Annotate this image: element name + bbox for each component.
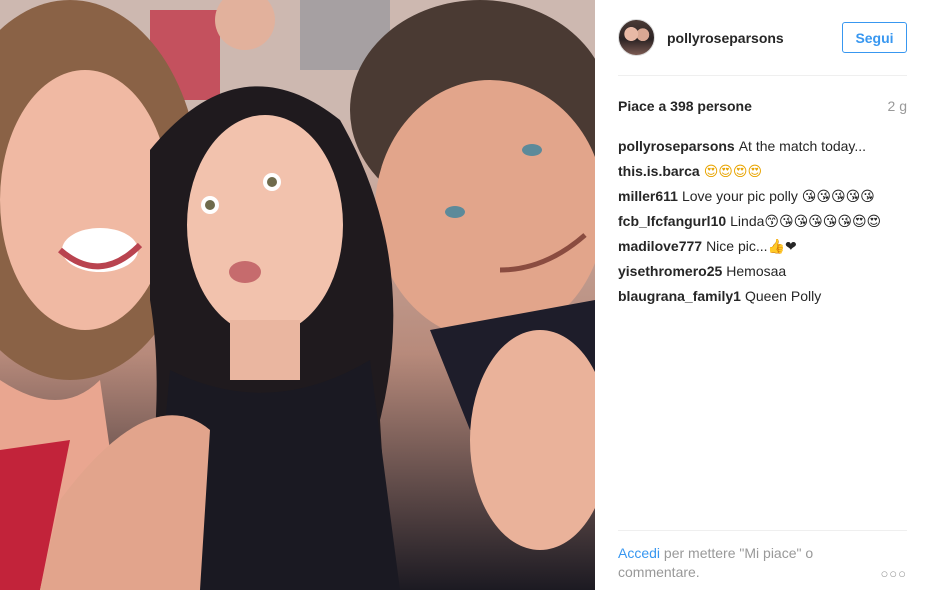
post-photo[interactable]	[0, 0, 595, 590]
comment-item: miller611 Love your pic polly 😘😘😘😘😘	[618, 184, 907, 209]
post-container: pollyroseparsons Segui Piace a 398 perso…	[0, 0, 929, 590]
comment-text: 😍😍😍😍	[703, 163, 763, 179]
comment-item: pollyroseparsons At the match today...	[618, 134, 907, 159]
comment-item: fcb_lfcfangurl10 Linda😙😘😘😘😘😘😍😍	[618, 209, 907, 234]
comment-item: yisethromero25 Hemosaa	[618, 259, 907, 284]
comment-text: At the match today...	[738, 138, 867, 154]
comment-username[interactable]: madilove777	[618, 238, 702, 254]
comment-username[interactable]: fcb_lfcfangurl10	[618, 213, 726, 229]
more-options-icon[interactable]: ○○○	[880, 566, 907, 581]
comment-text: Linda😙😘😘😘😘😘😍😍	[730, 213, 882, 229]
post-age[interactable]: 2 g	[888, 98, 907, 114]
post-sidebar: pollyroseparsons Segui Piace a 398 perso…	[595, 0, 929, 590]
comment-text: Hemosaa	[726, 263, 787, 279]
login-prompt: Accedi per mettere "Mi piace" o commenta…	[618, 544, 858, 582]
follow-button[interactable]: Segui	[842, 22, 907, 53]
comment-username[interactable]: blaugrana_family1	[618, 288, 741, 304]
avatar[interactable]	[618, 19, 655, 56]
likes-count[interactable]: Piace a 398 persone	[618, 98, 752, 114]
comment-text: Love your pic polly 😘😘😘😘😘	[681, 188, 875, 204]
likes-row: Piace a 398 persone 2 g	[618, 76, 907, 132]
comment-item: blaugrana_family1 Queen Polly	[618, 284, 907, 309]
comment-username[interactable]: yisethromero25	[618, 263, 722, 279]
post-header: pollyroseparsons Segui	[618, 0, 907, 76]
comment-text: Nice pic...👍❤	[706, 238, 797, 254]
comment-username[interactable]: pollyroseparsons	[618, 138, 735, 154]
comment-item: madilove777 Nice pic...👍❤	[618, 234, 907, 259]
username-link[interactable]: pollyroseparsons	[667, 30, 842, 46]
comment-username[interactable]: miller611	[618, 188, 678, 204]
login-link[interactable]: Accedi	[618, 545, 660, 561]
comment-username[interactable]: this.is.barca	[618, 163, 700, 179]
comment-text: Queen Polly	[744, 288, 822, 304]
comments-list: pollyroseparsons At the match today... th…	[618, 134, 907, 309]
selfie-photo	[0, 0, 595, 590]
post-footer: Accedi per mettere "Mi piace" o commenta…	[618, 530, 907, 582]
comment-item: this.is.barca 😍😍😍😍	[618, 159, 907, 184]
